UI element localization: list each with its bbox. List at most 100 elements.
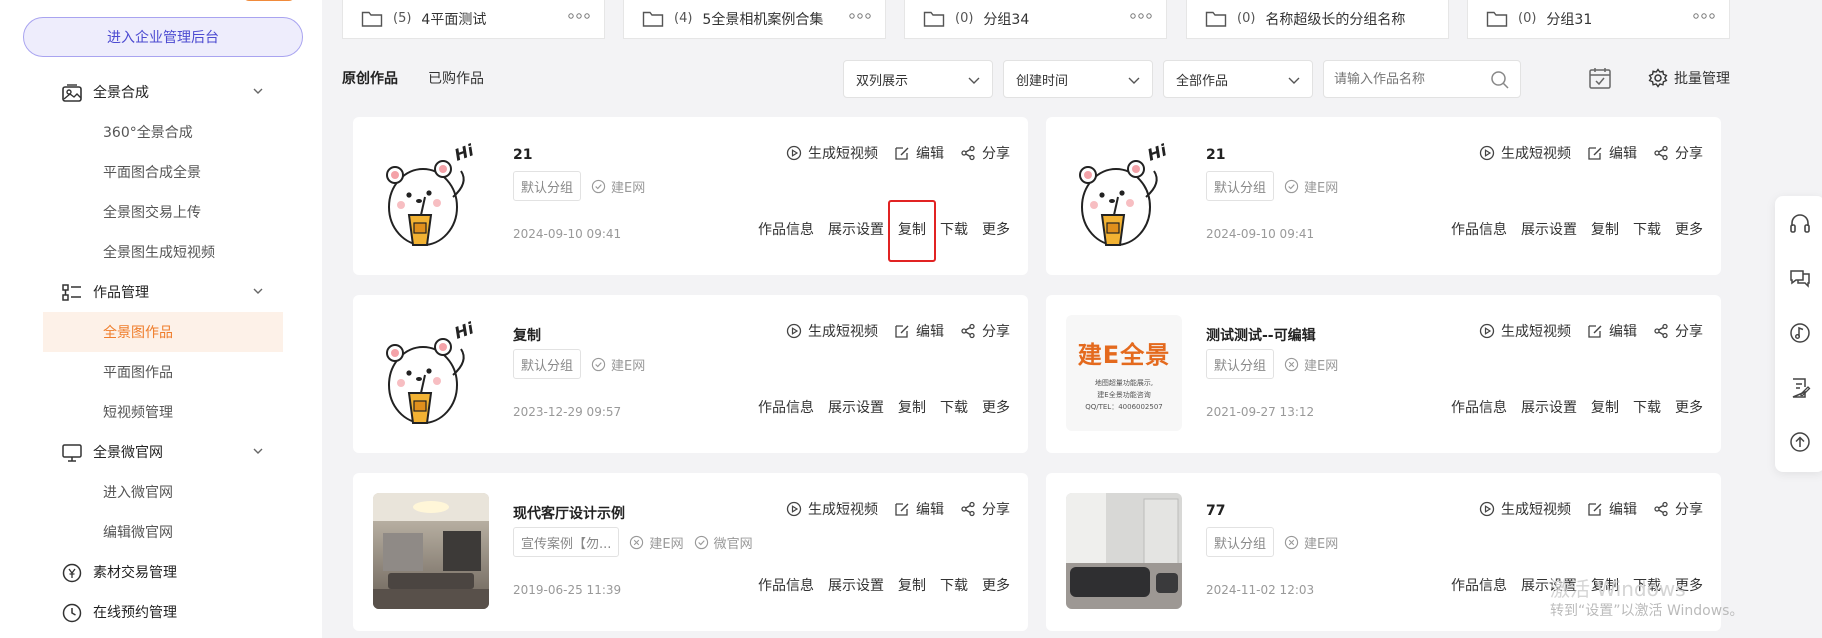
more-dots-icon[interactable] — [1693, 13, 1715, 19]
work-title[interactable]: 测试测试--可编辑 — [1206, 325, 1316, 345]
batch-manage-button[interactable]: 批量管理 — [1648, 68, 1730, 88]
download-button[interactable]: 下载 — [940, 397, 968, 417]
tab-purchased-works[interactable]: 已购作品 — [428, 68, 484, 88]
search-icon[interactable] — [1490, 70, 1510, 90]
generate-video-button[interactable]: 生成短视频 — [786, 321, 878, 341]
tab-original-works[interactable]: 原创作品 — [342, 68, 398, 88]
nav-group-works-management[interactable]: 作品管理 — [43, 272, 283, 312]
calendar-icon[interactable] — [1588, 66, 1612, 90]
more-button[interactable]: 更多 — [1675, 397, 1703, 417]
edit-button[interactable]: 编辑 — [894, 321, 944, 341]
work-title[interactable]: 复制 — [513, 325, 541, 345]
view-mode-select[interactable]: 双列展示 — [843, 60, 993, 98]
share-button[interactable]: 分享 — [960, 499, 1010, 519]
generate-video-button[interactable]: 生成短视频 — [786, 143, 878, 163]
share-button[interactable]: 分享 — [1653, 321, 1703, 341]
nav-item-panorama-trade-upload[interactable]: 全景图交易上传 — [43, 192, 283, 232]
action-label: 编辑 — [916, 502, 944, 518]
nav-item-enter-micro-site[interactable]: 进入微官网 — [43, 472, 283, 512]
work-title[interactable]: 21 — [1206, 147, 1225, 163]
download-button[interactable]: 下载 — [1633, 219, 1661, 239]
folder-card[interactable]: (4) 5全景相机案例合集 — [623, 0, 886, 39]
generate-video-button[interactable]: 生成短视频 — [1479, 499, 1571, 519]
display-settings-button[interactable]: 展示设置 — [828, 219, 884, 239]
nav-item-edit-micro-site[interactable]: 编辑微官网 — [43, 512, 283, 552]
nav-item-360-synthesis[interactable]: 360°全景合成 — [43, 112, 283, 152]
work-info-button[interactable]: 作品信息 — [758, 575, 814, 595]
more-dots-icon[interactable] — [849, 13, 871, 19]
share-button[interactable]: 分享 — [1653, 499, 1703, 519]
edit-icon — [895, 147, 909, 160]
nav-group-panorama-synthesis[interactable]: 全景合成 — [43, 72, 283, 112]
work-info-button[interactable]: 作品信息 — [758, 397, 814, 417]
work-thumbnail[interactable]: Hi — [373, 137, 489, 253]
display-settings-button[interactable]: 展示设置 — [828, 575, 884, 595]
work-info-button[interactable]: 作品信息 — [1451, 397, 1507, 417]
work-info-button[interactable]: 作品信息 — [758, 219, 814, 239]
nav-item-panorama-to-video[interactable]: 全景图生成短视频 — [43, 232, 283, 272]
work-title[interactable]: 77 — [1206, 503, 1225, 519]
document-edit-icon[interactable] — [1788, 376, 1812, 400]
work-thumbnail[interactable]: Hi — [1066, 137, 1182, 253]
nav-item-plan-synthesis[interactable]: 平面图合成全景 — [43, 152, 283, 192]
work-title[interactable]: 21 — [513, 147, 532, 163]
download-button[interactable]: 下载 — [940, 575, 968, 595]
folder-card[interactable]: (0) 分组34 — [904, 0, 1167, 39]
living-room-photo — [1066, 493, 1182, 609]
folder-card[interactable]: (0) 名称超级长的分组名称 — [1186, 0, 1449, 39]
edit-button[interactable]: 编辑 — [1587, 143, 1637, 163]
work-info-button[interactable]: 作品信息 — [1451, 219, 1507, 239]
scope-select[interactable]: 全部作品 — [1163, 60, 1313, 98]
search-input[interactable] — [1324, 61, 1484, 97]
back-to-top-icon[interactable] — [1788, 430, 1812, 454]
display-settings-button[interactable]: 展示设置 — [828, 397, 884, 417]
display-settings-button[interactable]: 展示设置 — [1521, 219, 1577, 239]
copy-button[interactable]: 复制 — [1591, 397, 1619, 417]
more-button[interactable]: 更多 — [982, 397, 1010, 417]
work-thumbnail[interactable] — [1066, 493, 1182, 609]
copy-button[interactable]: 复制 — [898, 397, 926, 417]
nav-item-plan-works[interactable]: 平面图作品 — [43, 352, 283, 392]
logo-line2: 建E全景功能咨询 — [1097, 390, 1151, 399]
work-title[interactable]: 现代客厅设计示例 — [513, 503, 625, 523]
work-card: 现代客厅设计示例 宣传案例【勿... 建E网 微官网 2019-06-25 11:… — [353, 473, 1028, 631]
more-button[interactable]: 更多 — [982, 575, 1010, 595]
work-info-button[interactable]: 作品信息 — [1451, 575, 1507, 595]
more-button[interactable]: 更多 — [982, 219, 1010, 239]
display-settings-button[interactable]: 展示设置 — [1521, 397, 1577, 417]
bottom-actions: 作品信息 展示设置 复制 下载 更多 — [744, 219, 1010, 239]
more-dots-icon[interactable] — [568, 13, 590, 19]
share-button[interactable]: 分享 — [960, 321, 1010, 341]
nav-item-short-video[interactable]: 短视频管理 — [43, 392, 283, 432]
nav-item-panorama-works[interactable]: 全景图作品 — [43, 312, 283, 352]
share-button[interactable]: 分享 — [1653, 143, 1703, 163]
chat-icon[interactable] — [1788, 266, 1812, 290]
edit-button[interactable]: 编辑 — [1587, 321, 1637, 341]
more-dots-icon[interactable] — [1130, 13, 1152, 19]
download-button[interactable]: 下载 — [1633, 397, 1661, 417]
more-button[interactable]: 更多 — [1675, 219, 1703, 239]
generate-video-button[interactable]: 生成短视频 — [1479, 321, 1571, 341]
download-button[interactable]: 下载 — [940, 219, 968, 239]
folder-card[interactable]: (5) 4平面测试 — [342, 0, 605, 39]
copy-button[interactable]: 复制 — [1591, 219, 1619, 239]
music-note-icon[interactable] — [1788, 321, 1812, 345]
nav-group-micro-site[interactable]: 全景微官网 — [43, 432, 283, 472]
generate-video-button[interactable]: 生成短视频 — [786, 499, 878, 519]
edit-button[interactable]: 编辑 — [894, 143, 944, 163]
generate-video-button[interactable]: 生成短视频 — [1479, 143, 1571, 163]
top-actions: 生成短视频 编辑 分享 — [1463, 143, 1703, 163]
edit-button[interactable]: 编辑 — [1587, 499, 1637, 519]
edit-button[interactable]: 编辑 — [894, 499, 944, 519]
enterprise-admin-button[interactable]: 进入企业管理后台 — [23, 17, 303, 57]
nav-group-booking[interactable]: 在线预约管理 — [43, 592, 283, 632]
share-button[interactable]: 分享 — [960, 143, 1010, 163]
work-thumbnail[interactable]: Hi — [373, 315, 489, 431]
copy-button[interactable]: 复制 — [898, 575, 926, 595]
nav-group-material-trade[interactable]: 素材交易管理 — [43, 552, 283, 592]
sort-select[interactable]: 创建时间 — [1003, 60, 1153, 98]
headset-icon[interactable] — [1788, 212, 1812, 236]
work-thumbnail[interactable]: 建E全景 地图超量功能展示, 建E全景功能咨询 QQ/TEL：400600250… — [1066, 315, 1182, 431]
work-thumbnail[interactable] — [373, 493, 489, 609]
folder-card[interactable]: (0) 分组31 — [1467, 0, 1730, 39]
